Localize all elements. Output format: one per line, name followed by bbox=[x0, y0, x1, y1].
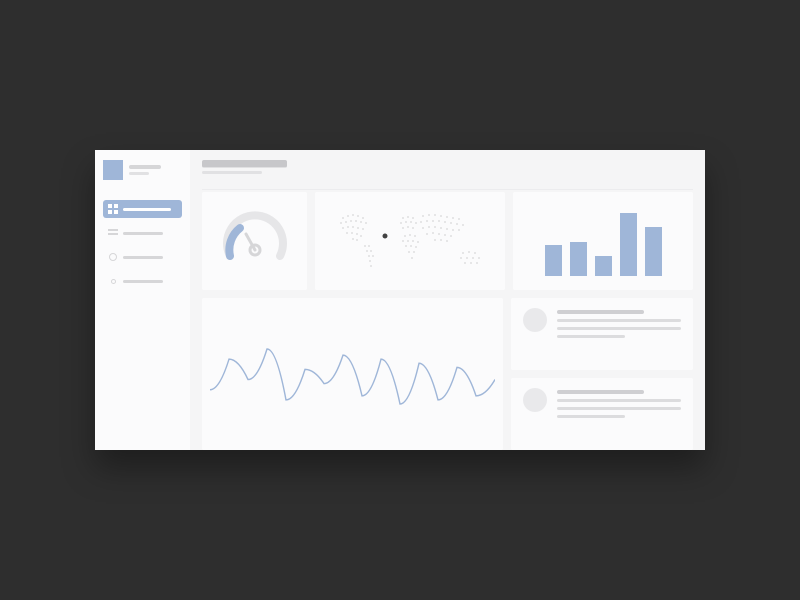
activity-text bbox=[557, 388, 681, 418]
bar bbox=[620, 213, 637, 276]
sidebar-item-label bbox=[123, 232, 163, 235]
map-pin-icon bbox=[382, 234, 387, 239]
sidebar-item-4[interactable] bbox=[103, 272, 182, 290]
world-map-icon bbox=[323, 198, 498, 284]
activity-card[interactable] bbox=[511, 378, 693, 450]
avatar bbox=[103, 160, 123, 180]
bottom-row bbox=[202, 298, 693, 450]
avatar-icon bbox=[523, 308, 547, 332]
top-cards-row bbox=[202, 192, 693, 290]
line-chart-icon bbox=[210, 329, 495, 419]
activity-card[interactable] bbox=[511, 298, 693, 370]
dot-icon bbox=[108, 276, 118, 286]
lines-icon bbox=[108, 228, 118, 238]
sidebar-item-label bbox=[123, 256, 163, 259]
avatar-icon bbox=[523, 388, 547, 412]
line-chart-widget[interactable] bbox=[202, 298, 503, 450]
profile-text bbox=[129, 165, 161, 175]
sidebar-item-3[interactable] bbox=[103, 248, 182, 266]
circle-icon bbox=[108, 252, 118, 262]
sidebar-item-label bbox=[123, 280, 163, 283]
bar bbox=[545, 245, 562, 277]
gauge-icon bbox=[218, 206, 292, 276]
sidebar-item-label bbox=[123, 208, 171, 211]
profile-block[interactable] bbox=[103, 160, 182, 180]
sidebar bbox=[95, 150, 190, 450]
page-header bbox=[202, 160, 693, 190]
bar bbox=[645, 227, 662, 277]
main-content bbox=[190, 150, 705, 450]
bar-chart-widget[interactable] bbox=[513, 192, 693, 290]
activity-text bbox=[557, 308, 681, 338]
bar bbox=[595, 256, 612, 276]
sidebar-item-2[interactable] bbox=[103, 224, 182, 242]
map-widget[interactable] bbox=[315, 192, 505, 290]
page-title bbox=[202, 160, 287, 168]
page-subtitle bbox=[202, 171, 262, 174]
bar bbox=[570, 242, 587, 276]
grid-icon bbox=[108, 204, 118, 214]
gauge-widget[interactable] bbox=[202, 192, 307, 290]
sidebar-item-dashboard[interactable] bbox=[103, 200, 182, 218]
activity-column bbox=[511, 298, 693, 450]
dashboard-window bbox=[95, 150, 705, 450]
